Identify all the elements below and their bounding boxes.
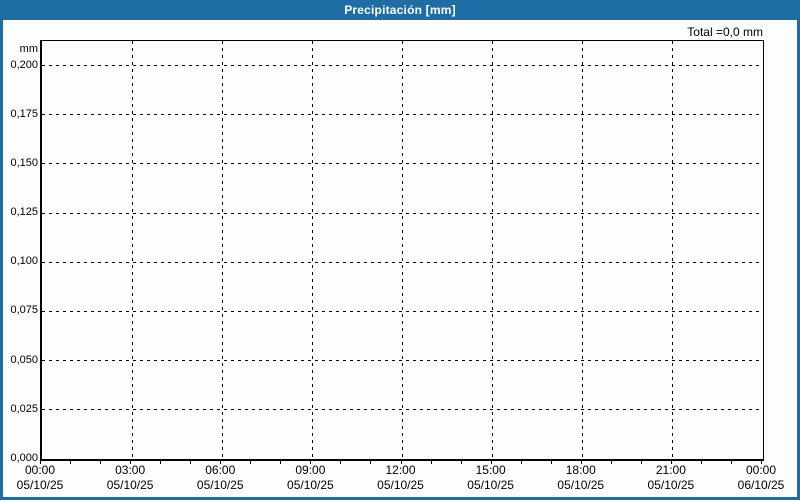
x-gridline xyxy=(582,41,584,459)
x-tick-date-label: 05/10/25 xyxy=(647,478,695,492)
y-tick-label: 0,025 xyxy=(10,402,38,415)
plot-area xyxy=(40,40,764,461)
x-tick-time-label: 18:00 xyxy=(565,463,596,477)
y-tick-label: 0,200 xyxy=(10,58,38,71)
x-axis-minor-tick xyxy=(70,460,72,464)
x-tick-time-label: 09:00 xyxy=(295,463,326,477)
x-axis-minor-tick xyxy=(761,460,762,464)
x-axis-minor-tick xyxy=(610,460,612,464)
x-gridline xyxy=(221,41,223,459)
chart-title: Precipitación [mm] xyxy=(344,3,456,17)
x-gridline xyxy=(131,41,133,459)
x-tick-date-label: 05/10/25 xyxy=(16,478,64,492)
x-axis-minor-tick xyxy=(460,460,462,464)
y-tick-label: 0,150 xyxy=(10,156,38,169)
x-axis-minor-tick xyxy=(280,460,282,464)
x-axis-minor-tick xyxy=(670,460,672,464)
x-axis-minor-tick xyxy=(100,460,102,464)
x-gridline xyxy=(311,41,313,459)
x-tick-date-label: 06/10/25 xyxy=(737,478,785,492)
x-axis-minor-tick xyxy=(580,460,582,464)
x-tick-time-label: 15:00 xyxy=(475,463,506,477)
x-axis-minor-tick xyxy=(190,460,192,464)
x-axis-minor-tick xyxy=(520,460,522,464)
x-axis-minor-tick xyxy=(310,460,312,464)
x-axis-minor-tick xyxy=(490,460,492,464)
y-tick-label: 0,050 xyxy=(10,353,38,366)
x-tick-time-label: 03:00 xyxy=(115,463,146,477)
x-gridline xyxy=(672,41,674,459)
x-axis-minor-tick xyxy=(400,460,402,464)
x-tick-date-label: 05/10/25 xyxy=(467,478,514,492)
x-axis-minor-tick xyxy=(700,460,702,464)
y-tick-label: 0,175 xyxy=(10,107,38,120)
x-axis-minor-tick xyxy=(220,460,222,464)
x-axis-minor-tick xyxy=(430,460,432,464)
x-tick-time-label: 00:00 xyxy=(745,463,777,477)
x-axis-minor-tick xyxy=(250,460,252,464)
x-axis-minor-tick xyxy=(40,460,41,464)
x-axis-minor-tick xyxy=(130,460,132,464)
chart-area: Total =0,0 mm mm 0,200 0,175 0,150 0,125 0,1… xyxy=(3,20,797,497)
x-tick-time-label: 06:00 xyxy=(205,463,236,477)
x-tick-date-label: 05/10/25 xyxy=(106,478,154,492)
x-tick-date-label: 05/10/25 xyxy=(196,478,244,492)
total-value-label: Total =0,0 mm xyxy=(687,25,763,39)
x-axis-minor-tick xyxy=(160,460,162,464)
x-axis-minor-tick xyxy=(640,460,642,464)
x-tick-date-label: 05/10/25 xyxy=(557,478,605,492)
x-gridline xyxy=(492,41,494,459)
titlebar: Precipitación [mm] xyxy=(0,0,800,20)
x-tick-time-label: 12:00 xyxy=(385,463,416,477)
x-tick-date-label: 05/10/25 xyxy=(287,478,334,492)
x-tick-date-label: 05/10/25 xyxy=(377,478,424,492)
y-tick-label: 0,125 xyxy=(10,206,38,219)
x-axis-minor-tick xyxy=(370,460,372,464)
x-tick-time-label: 00:00 xyxy=(24,463,56,477)
x-gridline xyxy=(402,41,403,459)
y-tick-label: 0,100 xyxy=(10,255,38,268)
x-axis-minor-tick xyxy=(550,460,552,464)
chart-window: Precipitación [mm] Total =0,0 mm mm 0,20… xyxy=(0,0,800,500)
x-axis-minor-tick xyxy=(730,460,732,464)
x-tick-time-label: 21:00 xyxy=(655,463,686,477)
x-axis-minor-tick xyxy=(340,460,342,464)
y-axis-unit-label: mm xyxy=(19,43,38,55)
y-tick-label: 0,075 xyxy=(10,304,38,317)
